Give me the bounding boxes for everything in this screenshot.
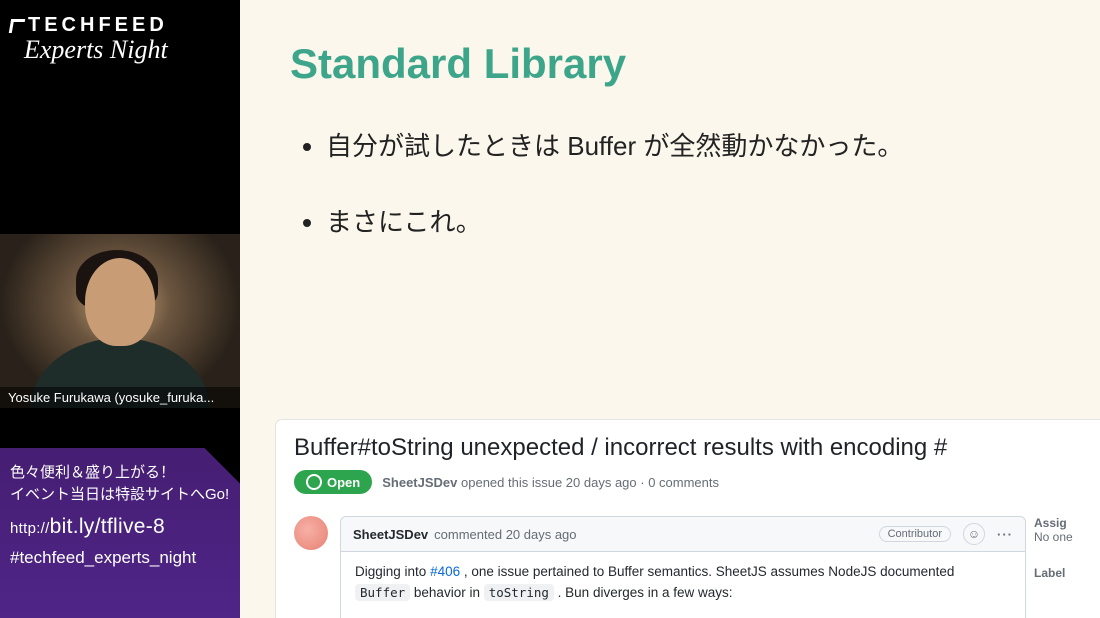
- slide-bullet: まさにこれ。: [326, 198, 1050, 246]
- comment-author: SheetJSDev: [353, 527, 428, 542]
- issue-status-badge: Open: [294, 470, 372, 494]
- inline-code: Buffer: [355, 584, 410, 601]
- slide-title: Standard Library: [290, 40, 1050, 88]
- promo-hashtag: #techfeed_experts_night: [10, 546, 230, 571]
- logo-mark-icon: [9, 19, 25, 33]
- issue-sidebar: Assig No one Label: [1034, 516, 1084, 580]
- issue-ref-link[interactable]: #406: [430, 564, 460, 579]
- brand-subtitle: Experts Night: [10, 35, 230, 65]
- comment-menu-icon[interactable]: ···: [997, 527, 1013, 542]
- issue-author: SheetJSDev: [382, 475, 457, 490]
- promo-panel: 色々便利＆盛り上がる！ イベント当日は特設サイトへGo! http://bit.…: [0, 448, 240, 618]
- promo-line-2: イベント当日は特設サイトへGo!: [10, 484, 230, 506]
- slide-bullets: 自分が試したときは Buffer が全然動かなかった。 まさにこれ。: [290, 122, 1050, 246]
- issue-opened-text: opened this issue 20 days ago · 0 commen…: [461, 475, 719, 490]
- inline-code: toString: [484, 584, 554, 601]
- comment-truncated-line: A) utf16le spurious data. The UTF16LE re…: [355, 614, 1011, 618]
- promo-url: http://bit.ly/tflive-8: [10, 512, 230, 542]
- brand-logo: TECHFEED Experts Night: [0, 0, 240, 71]
- brand-name: TECHFEED: [28, 14, 168, 37]
- comment-body: Digging into #406 , one issue pertained …: [341, 552, 1025, 618]
- presentation-slide: Standard Library 自分が試したときは Buffer が全然動かな…: [240, 0, 1100, 618]
- presenter-name-overlay: Yosuke Furukawa (yosuke_furuka...: [0, 387, 240, 408]
- reaction-smiley-icon[interactable]: ☺: [963, 523, 985, 545]
- issue-title: Buffer#toString unexpected / incorrect r…: [294, 434, 1082, 462]
- avatar: [294, 516, 328, 550]
- comment-time: commented 20 days ago: [434, 527, 576, 542]
- issue-comment: SheetJSDev commented 20 days ago Contrib…: [340, 516, 1026, 618]
- slide-bullet: 自分が試したときは Buffer が全然動かなかった。: [326, 122, 1050, 170]
- promo-line-1: 色々便利＆盛り上がる！: [10, 462, 230, 484]
- contributor-badge: Contributor: [879, 526, 951, 542]
- issue-meta: Open SheetJSDev opened this issue 20 day…: [294, 470, 1082, 494]
- github-issue-embed: Buffer#toString unexpected / incorrect r…: [276, 420, 1100, 618]
- stream-sidebar: TECHFEED Experts Night Yosuke Furukawa (…: [0, 0, 240, 618]
- presenter-webcam: Yosuke Furukawa (yosuke_furuka...: [0, 234, 240, 408]
